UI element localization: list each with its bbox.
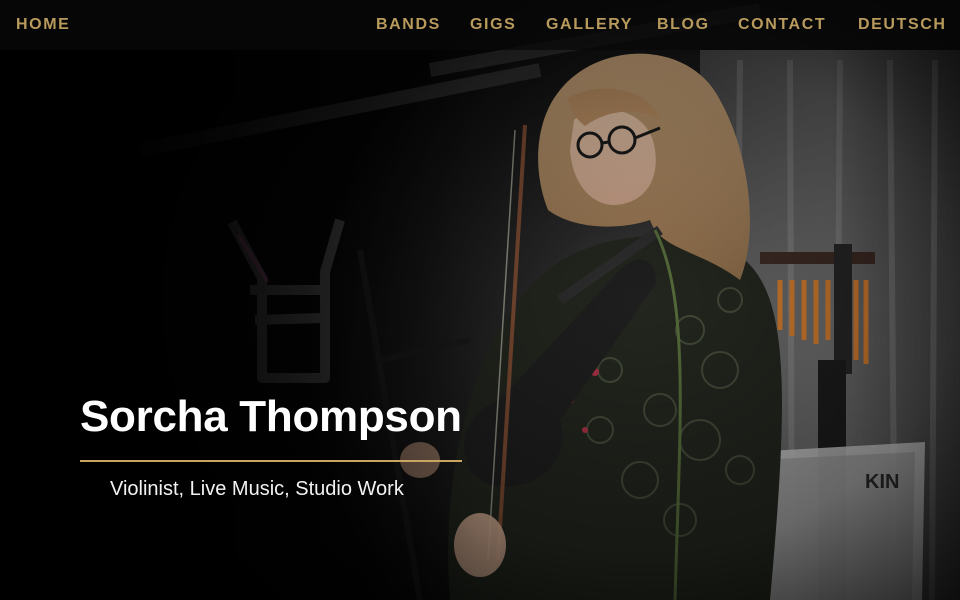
top-navigation: HOME BANDS GIGS GALLERY BLOG CONTACT DEU… <box>0 0 960 50</box>
hero-title: Sorcha Thompson <box>80 392 462 441</box>
nav-link-gigs[interactable]: GIGS <box>470 0 516 50</box>
hero-background-photo: KIN <box>0 0 960 600</box>
nav-link-contact[interactable]: CONTACT <box>738 0 826 50</box>
hero-subtitle: Violinist, Live Music, Studio Work <box>110 478 404 500</box>
page: KIN HOME BANDS GIGS GALLERY BLOG CONTACT… <box>0 0 960 600</box>
hero-caption: Sorcha Thompson Violinist, Live Music, S… <box>80 388 480 502</box>
nav-link-home[interactable]: HOME <box>16 0 70 50</box>
nav-link-deutsch[interactable]: DEUTSCH <box>858 0 947 50</box>
stand-label: KIN <box>865 471 899 493</box>
nav-link-gallery[interactable]: GALLERY <box>546 0 633 50</box>
nav-link-bands[interactable]: BANDS <box>376 0 441 50</box>
hero-divider <box>80 460 462 462</box>
nav-link-blog[interactable]: BLOG <box>657 0 710 50</box>
